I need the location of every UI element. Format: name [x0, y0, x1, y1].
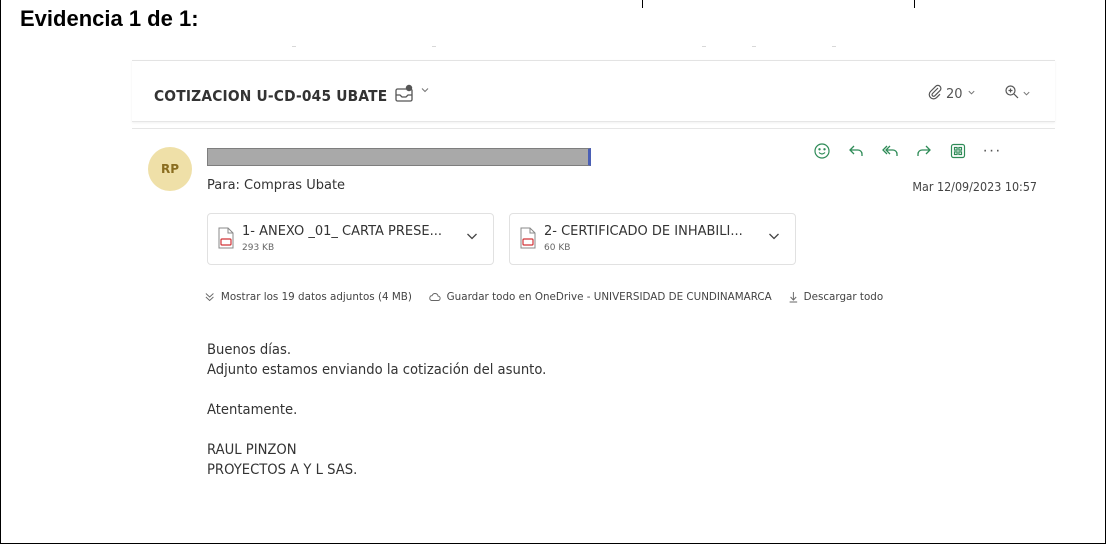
table-divider: [642, 0, 643, 8]
attachment-name: 2- CERTIFICADO DE INHABILI...: [544, 224, 743, 239]
body-line: Adjunto estamos enviando la cotización d…: [207, 362, 547, 378]
show-all-attachments-link[interactable]: Mostrar los 19 datos adjuntos (4 MB): [221, 290, 412, 303]
attachment-actions: Mostrar los 19 datos adjuntos (4 MB) Gua…: [204, 290, 883, 303]
attachment-name: 1- ANEXO _01_ CARTA PRESE...: [242, 224, 443, 239]
body-greeting: Buenos días.: [207, 342, 292, 358]
avatar[interactable]: RP: [148, 147, 192, 191]
attachments-button[interactable]: 20: [928, 83, 976, 105]
forward-icon[interactable]: [914, 141, 934, 161]
page-title: Evidencia 1 de 1:: [20, 6, 199, 31]
subject-bar: COTIZACION U-CD-045 UBATE 20: [132, 60, 1055, 122]
download-icon: [789, 291, 798, 303]
reply-icon[interactable]: [846, 141, 866, 161]
chevron-down-icon[interactable]: [420, 85, 430, 98]
more-icon[interactable]: ···: [982, 142, 1002, 160]
apps-icon[interactable]: [948, 141, 968, 161]
attachment-size: 293 KB: [242, 243, 275, 253]
signature-company: PROYECTOS A Y L SAS.: [207, 462, 358, 478]
message-card: RP Para: Compras Ubate Mar 12/09/2023 10…: [132, 128, 1055, 511]
table-divider: [914, 0, 915, 8]
message-date: Mar 12/09/2023 10:57: [912, 180, 1037, 194]
body-closing: Atentamente.: [207, 402, 298, 418]
download-all-link[interactable]: Descargar todo: [804, 290, 884, 303]
attachment-count: 20: [946, 86, 963, 102]
sender-name-redacted: [207, 148, 591, 166]
double-chevron-down-icon: [204, 291, 215, 303]
chevron-down-icon: [967, 88, 976, 100]
paperclip-icon: [928, 84, 942, 104]
reading-pane: COTIZACION U-CD-045 UBATE 20 RP Para: Co…: [132, 60, 1055, 511]
attachment-size: 60 KB: [544, 243, 571, 253]
attachment-card[interactable]: 1- ANEXO _01_ CARTA PRESE... 293 KB: [207, 213, 494, 265]
chevron-down-icon[interactable]: [767, 229, 781, 243]
zoom-button[interactable]: [1004, 83, 1031, 105]
signature-name: RAUL PINZON: [207, 442, 297, 458]
attachment-card[interactable]: 2- CERTIFICADO DE INHABILI... 60 KB: [509, 213, 796, 265]
message-actions: ···: [812, 141, 1002, 161]
chevron-down-icon[interactable]: [465, 229, 479, 243]
recipient-line: Para: Compras Ubate: [207, 178, 346, 193]
toolbar-remnant: [132, 40, 1054, 54]
chevron-down-icon: [1022, 89, 1031, 100]
zoom-in-icon: [1004, 84, 1020, 105]
reply-all-icon[interactable]: [880, 141, 900, 161]
message-body: Buenos días. Adjunto estamos enviando la…: [207, 340, 546, 480]
emoji-icon[interactable]: [812, 141, 832, 161]
save-to-onedrive-link[interactable]: Guardar todo en OneDrive - UNIVERSIDAD D…: [447, 290, 772, 303]
pdf-file-icon: [218, 227, 234, 249]
mail-tag-icon[interactable]: [394, 83, 416, 105]
email-subject: COTIZACION U-CD-045 UBATE: [154, 87, 388, 105]
cloud-icon: [429, 292, 441, 302]
pdf-file-icon: [520, 227, 536, 249]
